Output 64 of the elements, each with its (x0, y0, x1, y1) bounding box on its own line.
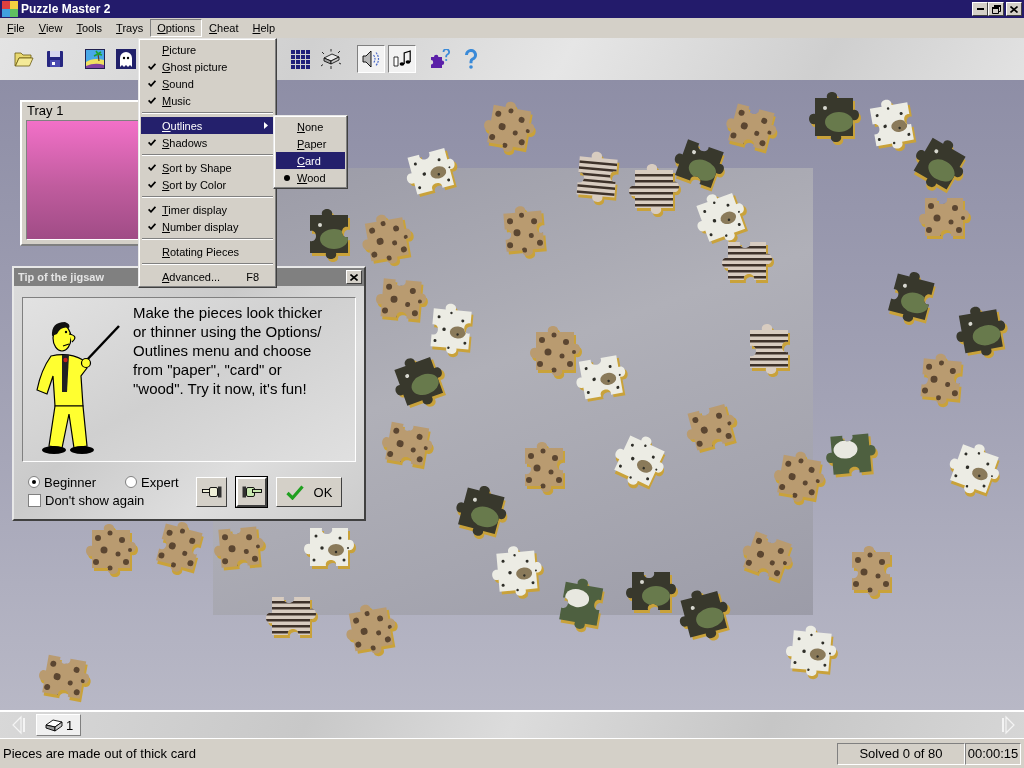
window-title: Puzzle Master 2 (21, 2, 111, 16)
checkbox[interactable] (28, 493, 41, 507)
menu-item[interactable]: None (276, 118, 345, 135)
minimize-button[interactable] (972, 2, 988, 16)
previous-tip-button[interactable] (196, 477, 227, 507)
menu-item[interactable]: Picture (141, 41, 274, 58)
menu-item[interactable]: Timer display (141, 201, 274, 218)
hand-pointing-right-icon (241, 486, 262, 498)
elapsed-time: 00:00:15 (965, 742, 1021, 765)
tip-text: Make the pieces look thicker or thinner using the Options/ Outlines menu and choose from "paper", "card" or "wood". Try it now, it's fun! (133, 303, 323, 399)
shortcut-label: F8 (246, 270, 259, 283)
folder-icon (14, 51, 34, 67)
menu-item[interactable]: Rotating Pieces (141, 243, 274, 260)
beach-picture-icon (85, 49, 105, 69)
help-icon (464, 49, 478, 69)
menu-item[interactable]: Sort by Shape (141, 159, 274, 176)
grid-icon (290, 49, 310, 69)
close-icon (1010, 5, 1018, 13)
menu-item[interactable]: Wood (276, 169, 345, 186)
menu-item[interactable]: Sound (141, 75, 274, 92)
menu-item[interactable]: Shadows (141, 134, 274, 151)
close-button[interactable] (346, 270, 362, 284)
close-button[interactable] (1006, 2, 1022, 16)
menu-item[interactable]: Card (276, 152, 345, 169)
minimize-icon (976, 8, 984, 10)
menu-item[interactable]: Sort by Color (141, 176, 274, 193)
tray-title: Tray 1 (26, 102, 65, 120)
tray-tab[interactable]: 1 (36, 714, 81, 736)
close-icon (350, 273, 358, 281)
menu-bar-item[interactable]: View (31, 19, 70, 37)
radio-label[interactable]: Beginner (44, 474, 97, 490)
radio-button[interactable] (28, 476, 40, 488)
radio-button[interactable] (125, 476, 137, 488)
menu-bar-item[interactable]: File (0, 19, 32, 37)
checkbox-label[interactable]: Don't show again (45, 492, 145, 508)
puzzle-piece-question-icon (429, 49, 451, 69)
music-notes-icon (392, 49, 412, 69)
menu-bar-item[interactable]: Tools (69, 19, 110, 37)
menu-bar-item[interactable]: Trays (109, 19, 151, 37)
menu-item[interactable]: Outlines (141, 117, 274, 134)
next-tip-button[interactable] (236, 477, 267, 507)
radio-label[interactable]: Expert (141, 474, 179, 490)
toolbar-button[interactable] (388, 45, 416, 73)
dialog-title: Tip of the jigsaw (18, 271, 104, 283)
menu-bar-item[interactable]: Help (245, 19, 283, 37)
block-icon (320, 49, 342, 69)
hand-pointing-left-icon (201, 486, 222, 498)
menu-item[interactable]: Paper (276, 135, 345, 152)
app-icon (2, 1, 18, 17)
checkmark-icon (285, 484, 304, 500)
status-message: Pieces are made out of thick card (3, 746, 196, 761)
restore-button[interactable] (988, 2, 1004, 16)
menu-item[interactable]: Number display (141, 218, 274, 235)
restore-icon (991, 4, 1001, 14)
menu-bar-item[interactable]: Cheat (202, 19, 246, 37)
block-icon (45, 718, 63, 732)
menu-item[interactable]: Advanced... F8 (141, 268, 274, 285)
speaker-icon (361, 49, 381, 69)
solved-count: Solved 0 of 80 (837, 742, 965, 765)
menu-item[interactable]: Ghost picture (141, 58, 274, 75)
menu-item[interactable]: Music (141, 92, 274, 109)
menu-bar-item[interactable]: Options (150, 19, 203, 37)
ghost-icon (116, 49, 136, 69)
ok-button[interactable]: OK (276, 477, 342, 507)
